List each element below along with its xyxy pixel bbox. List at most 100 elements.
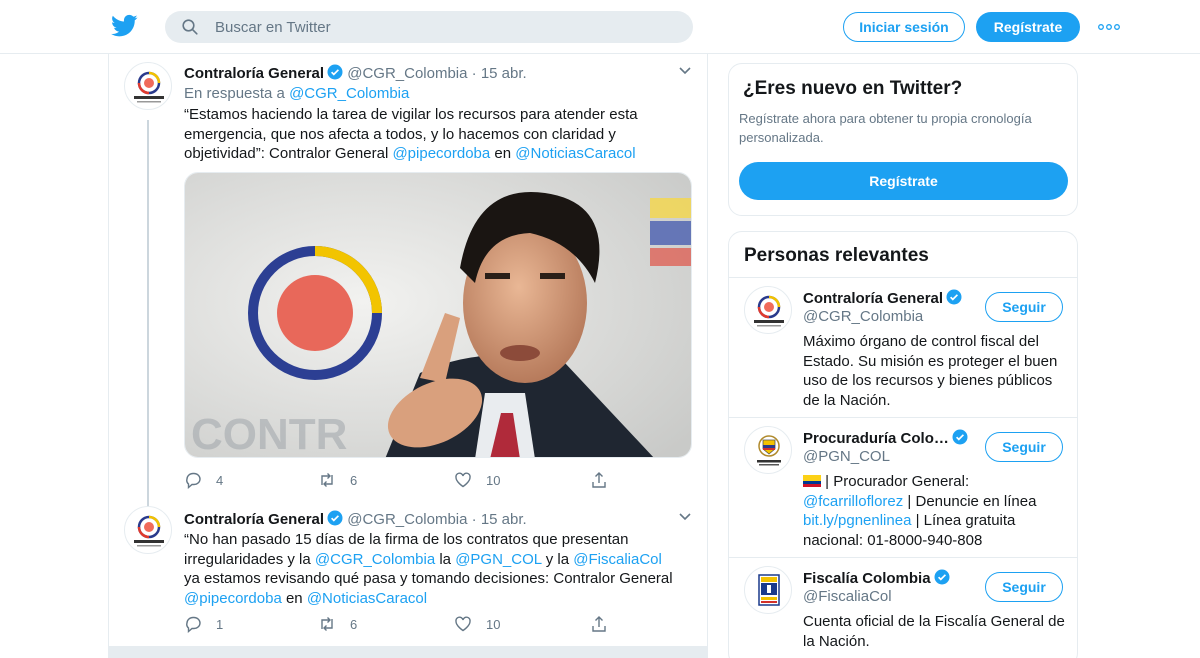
search-input[interactable]	[215, 11, 675, 43]
signup-card: ¿Eres nuevo en Twitter? Regístrate ahora…	[728, 63, 1078, 216]
contraloria-logo-icon	[754, 295, 784, 327]
follow-button[interactable]: Seguir	[985, 292, 1063, 322]
tweet-text-part: la	[439, 550, 452, 568]
reply-icon	[186, 616, 201, 633]
tweet-timestamp[interactable]: 15 abr.	[481, 511, 527, 528]
retweet-count: 6	[350, 472, 358, 488]
twitter-bird-icon[interactable]	[111, 14, 138, 38]
reply-icon	[186, 472, 201, 489]
bio-text: | Denuncie en línea	[907, 492, 1037, 510]
contralor-photo-image: CONTR	[185, 173, 691, 458]
mention-link[interactable]: @fcarrilloflorez	[803, 493, 903, 510]
mention-link[interactable]: @pipecordoba	[392, 145, 490, 162]
relevant-people-card: Personas relevantes Contraloría General …	[728, 231, 1078, 658]
thread-line	[147, 120, 149, 552]
separator-dot: ·	[471, 511, 477, 528]
separator-dot: ·	[471, 65, 477, 82]
person-handle[interactable]: @FiscaliaCol	[803, 588, 892, 605]
person-item[interactable]: Fiscalía Colombia @FiscaliaCol Seguir Cu…	[729, 557, 1077, 658]
share-button[interactable]	[590, 614, 622, 634]
follow-button[interactable]: Seguir	[985, 432, 1063, 462]
mention-link[interactable]: @pipecordoba	[184, 590, 282, 607]
timeline-divider	[108, 646, 708, 658]
tweet-text-part: en	[285, 589, 303, 607]
person-name[interactable]: Contraloría General	[803, 289, 962, 307]
bio-text: | Procurador General:	[825, 473, 970, 490]
tweet-actions: 4 6 10	[184, 470, 624, 490]
like-count: 10	[486, 472, 501, 488]
retweet-icon	[321, 617, 333, 631]
tweet-text: “Estamos haciendo la tarea de vigilar lo…	[184, 105, 664, 164]
reply-count: 1	[216, 616, 224, 632]
retweet-count: 6	[350, 616, 358, 632]
mention-link[interactable]: @FiscaliaCol	[573, 551, 662, 568]
tweet-actions: 1 6 10	[184, 614, 624, 634]
person-name-text[interactable]: Fiscalía Colombia	[803, 570, 931, 587]
more-icon[interactable]	[1098, 23, 1120, 31]
avatar[interactable]	[124, 506, 172, 554]
avatar[interactable]	[744, 286, 792, 334]
contraloria-logo-icon	[134, 71, 164, 103]
reply-count: 4	[216, 472, 224, 488]
like-button[interactable]: 10	[454, 470, 500, 490]
person-handle[interactable]: @CGR_Colombia	[803, 308, 923, 325]
verified-icon	[327, 64, 343, 80]
person-handle[interactable]: @PGN_COL	[803, 448, 890, 465]
tweet-author-handle[interactable]: @CGR_Colombia	[347, 511, 467, 528]
url-link[interactable]: bit.ly/pgnenlinea	[803, 512, 911, 529]
verified-icon	[952, 429, 968, 445]
person-bio: 🇨🇴 | Procurador General: @fcarrilloflore…	[803, 472, 1065, 550]
chevron-down-icon[interactable]	[678, 512, 692, 522]
mention-link[interactable]: @NoticiasCaracol	[515, 145, 635, 162]
person-name-text[interactable]: Procuraduría Colo…	[803, 430, 949, 447]
tweet-author-handle[interactable]: @CGR_Colombia	[347, 65, 467, 82]
tweet-text: “No han pasado 15 días de la firma de lo…	[184, 530, 674, 608]
person-name[interactable]: Procuraduría Colo…	[803, 429, 968, 447]
person-bio: Cuenta oficial de la Fiscalía General de…	[803, 613, 1065, 650]
mention-link[interactable]: @NoticiasCaracol	[307, 590, 427, 607]
tweet-header: Contraloría General @CGR_Colombia · 15 a…	[184, 64, 527, 82]
share-icon	[592, 616, 606, 632]
svg-text:CONTR: CONTR	[191, 410, 347, 458]
tweet-text-part: ya estamos revisando qué pasa y tomando …	[184, 570, 673, 587]
top-navigation-bar: Iniciar sesión Regístrate	[0, 0, 1200, 54]
share-icon	[592, 472, 606, 488]
reply-handle-link[interactable]: @CGR_Colombia	[289, 85, 409, 102]
search-box[interactable]	[165, 11, 693, 43]
mention-link[interactable]: @CGR_Colombia	[315, 551, 435, 568]
person-name[interactable]: Fiscalía Colombia	[803, 569, 950, 587]
signup-card-description: Regístrate ahora para obtener tu propia …	[739, 111, 1032, 145]
avatar[interactable]	[744, 566, 792, 614]
tweet-text-part: en	[494, 145, 512, 162]
avatar[interactable]	[124, 62, 172, 110]
follow-button[interactable]: Seguir	[985, 572, 1063, 602]
tweet-author-name[interactable]: Contraloría General	[184, 511, 324, 528]
tweet-timestamp[interactable]: 15 abr.	[481, 65, 527, 82]
person-item[interactable]: Contraloría General @CGR_Colombia Seguir…	[729, 277, 1077, 417]
timeline: Contraloría General @CGR_Colombia · 15 a…	[108, 54, 708, 658]
sidebar-signup-button[interactable]: Regístrate	[739, 162, 1068, 200]
retweet-icon	[321, 473, 333, 487]
person-name-text[interactable]: Contraloría General	[803, 290, 943, 307]
person-item[interactable]: Procuraduría Colo… @PGN_COL Seguir 🇨🇴 | …	[729, 417, 1077, 557]
tweet-author-name[interactable]: Contraloría General	[184, 65, 324, 82]
chevron-down-icon[interactable]	[678, 66, 692, 76]
retweet-button[interactable]: 6	[318, 470, 357, 490]
like-button[interactable]: 10	[454, 614, 500, 634]
colombia-flag-icon: 🇨🇴	[803, 475, 821, 487]
tweet-header: Contraloría General @CGR_Colombia · 15 a…	[184, 510, 527, 528]
fiscalia-logo-icon	[758, 574, 780, 606]
tweet[interactable]: Contraloría General @CGR_Colombia · 15 a…	[109, 54, 707, 552]
share-button[interactable]	[590, 470, 622, 490]
like-icon	[455, 472, 471, 488]
relevant-people-title: Personas relevantes	[744, 245, 929, 266]
reply-button[interactable]: 4	[184, 470, 223, 490]
signup-button[interactable]: Regístrate	[976, 12, 1080, 42]
reply-button[interactable]: 1	[184, 614, 223, 634]
login-button[interactable]: Iniciar sesión	[843, 12, 965, 42]
retweet-button[interactable]: 6	[318, 614, 357, 634]
avatar[interactable]	[744, 426, 792, 474]
tweet-photo[interactable]: CONTR	[184, 172, 692, 458]
tweet[interactable]: Contraloría General @CGR_Colombia · 15 a…	[109, 498, 707, 648]
mention-link[interactable]: @PGN_COL	[455, 551, 541, 568]
